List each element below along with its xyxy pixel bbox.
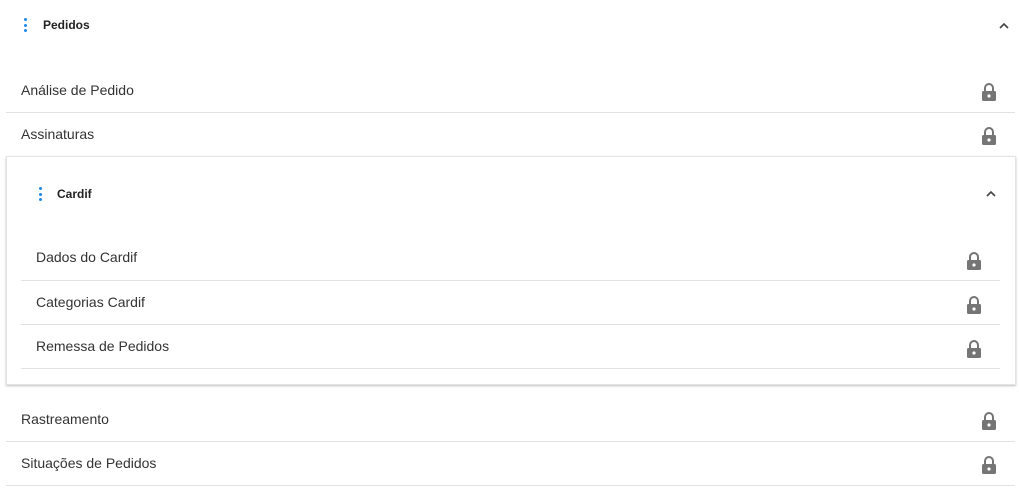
- lock-icon: [982, 456, 996, 474]
- lock-icon: [982, 127, 996, 145]
- lock-icon: [967, 296, 981, 314]
- list-item-remessa-de-pedidos[interactable]: Remessa de Pedidos: [21, 325, 1000, 369]
- lock-icon: [982, 83, 996, 101]
- list-item-situacoes-de-pedidos[interactable]: Situações de Pedidos: [6, 442, 1015, 486]
- pedidos-title: Pedidos: [43, 18, 90, 32]
- vertical-dots-icon[interactable]: [23, 18, 27, 32]
- list-item-label: Análise de Pedido: [21, 82, 134, 98]
- list-item-dados-do-cardif[interactable]: Dados do Cardif: [21, 237, 1000, 281]
- lock-icon: [982, 412, 996, 430]
- list-item-rastreamento[interactable]: Rastreamento: [6, 398, 1015, 442]
- lock-icon: [967, 340, 981, 358]
- pedidos-panel-header[interactable]: Pedidos: [0, 0, 1019, 50]
- list-item-analise-de-pedido[interactable]: Análise de Pedido: [6, 69, 1015, 113]
- chevron-up-icon[interactable]: [998, 20, 1010, 32]
- list-item-label: Remessa de Pedidos: [36, 338, 170, 354]
- list-item-label: Categorias Cardif: [36, 294, 145, 310]
- chevron-up-icon[interactable]: [985, 188, 997, 200]
- cardif-panel-header[interactable]: Cardif: [7, 157, 1015, 229]
- cardif-panel: Cardif Dados do Cardif Categorias Cardif…: [6, 156, 1016, 385]
- list-item-label: Assinaturas: [21, 126, 95, 142]
- vertical-dots-icon[interactable]: [38, 187, 42, 201]
- list-item-label: Situações de Pedidos: [21, 455, 157, 471]
- list-item-label: Rastreamento: [21, 411, 109, 427]
- list-item-categorias-cardif[interactable]: Categorias Cardif: [21, 281, 1000, 325]
- lock-icon: [967, 252, 981, 270]
- cardif-title: Cardif: [57, 187, 92, 201]
- list-item-assinaturas[interactable]: Assinaturas: [6, 113, 1015, 157]
- list-item-label: Dados do Cardif: [36, 249, 138, 265]
